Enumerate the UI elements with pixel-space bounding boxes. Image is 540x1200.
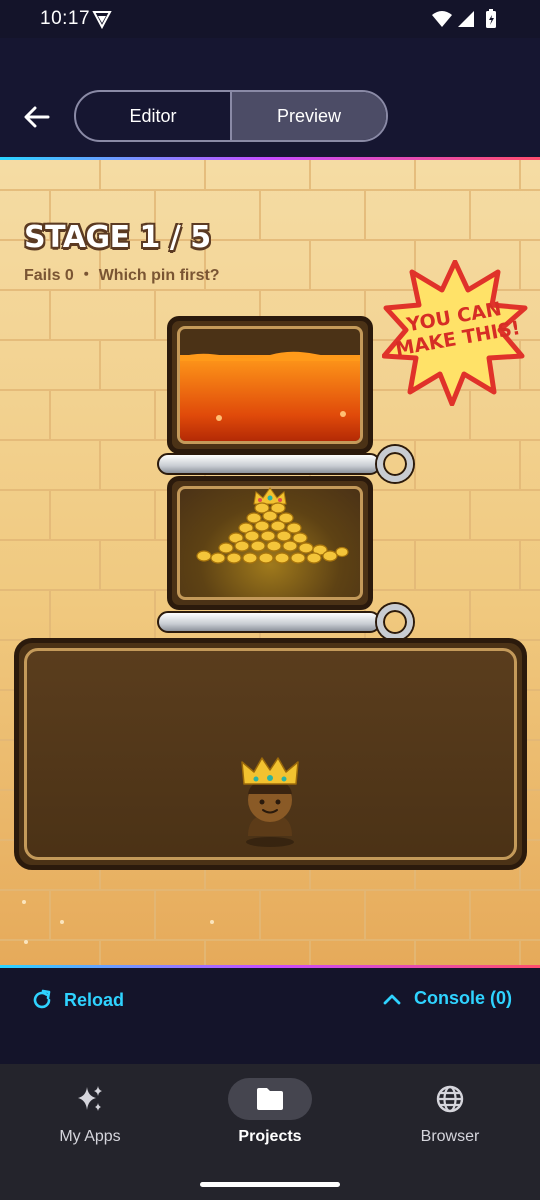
dust-particle (24, 940, 28, 944)
back-arrow-icon[interactable] (22, 102, 52, 132)
folder-icon (228, 1078, 312, 1120)
globe-icon (408, 1078, 492, 1120)
pin-2[interactable] (157, 611, 381, 633)
dust-particle (210, 920, 214, 924)
wifi-icon (432, 11, 452, 27)
king-character (241, 757, 299, 847)
pin-1-handle[interactable] (377, 446, 413, 482)
reload-button[interactable]: Reload (30, 988, 124, 1012)
signal-icon (458, 11, 474, 27)
reload-icon (33, 989, 51, 1009)
game-viewport[interactable]: STAGE 1 / 5 Fails 0 ・ Which pin first? Y… (0, 160, 540, 966)
stage-subtitle: Fails 0 ・ Which pin first? (24, 267, 220, 284)
status-bar: 10:17 (0, 0, 540, 38)
lava-bubble (216, 415, 222, 421)
lava (180, 351, 360, 441)
vpn-icon (92, 11, 112, 29)
nav-label-my-apps: My Apps (59, 1128, 121, 1145)
lava-tank (167, 316, 373, 454)
nav-projects[interactable]: Projects (180, 1064, 360, 1164)
crown-icon (253, 487, 287, 505)
nav-my-apps[interactable]: My Apps (0, 1064, 180, 1164)
tab-editor[interactable]: Editor (76, 92, 230, 140)
dust-particle (22, 900, 26, 904)
lava-surface (180, 351, 360, 361)
pin-1[interactable] (157, 453, 381, 475)
console-toggle[interactable]: Console (0) (382, 988, 512, 1009)
sparkles-icon (48, 1078, 132, 1120)
nav-label-browser: Browser (420, 1128, 480, 1145)
stage-title: STAGE 1 / 5 (24, 220, 211, 255)
status-time: 10:17 (40, 8, 91, 29)
dust-particle (60, 920, 64, 924)
king-crown-icon (241, 757, 299, 785)
editor-preview-toggle: Editor Preview (74, 90, 388, 142)
nav-label-projects: Projects (238, 1128, 302, 1145)
pin-2-handle[interactable] (377, 604, 413, 640)
nav-browser[interactable]: Browser (360, 1064, 540, 1164)
console-label: Console (0) (413, 988, 512, 1008)
tab-preview[interactable]: Preview (230, 92, 386, 140)
lava-bubble (340, 411, 346, 417)
lava-tank-inner (177, 326, 363, 444)
bottom-navigation: My Apps Projects Browser (0, 1064, 540, 1200)
chevron-up-icon (383, 994, 401, 1004)
gold-coin-pile (196, 487, 349, 564)
reload-label: Reload (64, 989, 125, 1010)
home-indicator (200, 1182, 340, 1187)
status-icons (432, 9, 496, 28)
app-header: Editor Preview (0, 38, 540, 158)
console-bar: Reload Console (0) (0, 968, 540, 1064)
